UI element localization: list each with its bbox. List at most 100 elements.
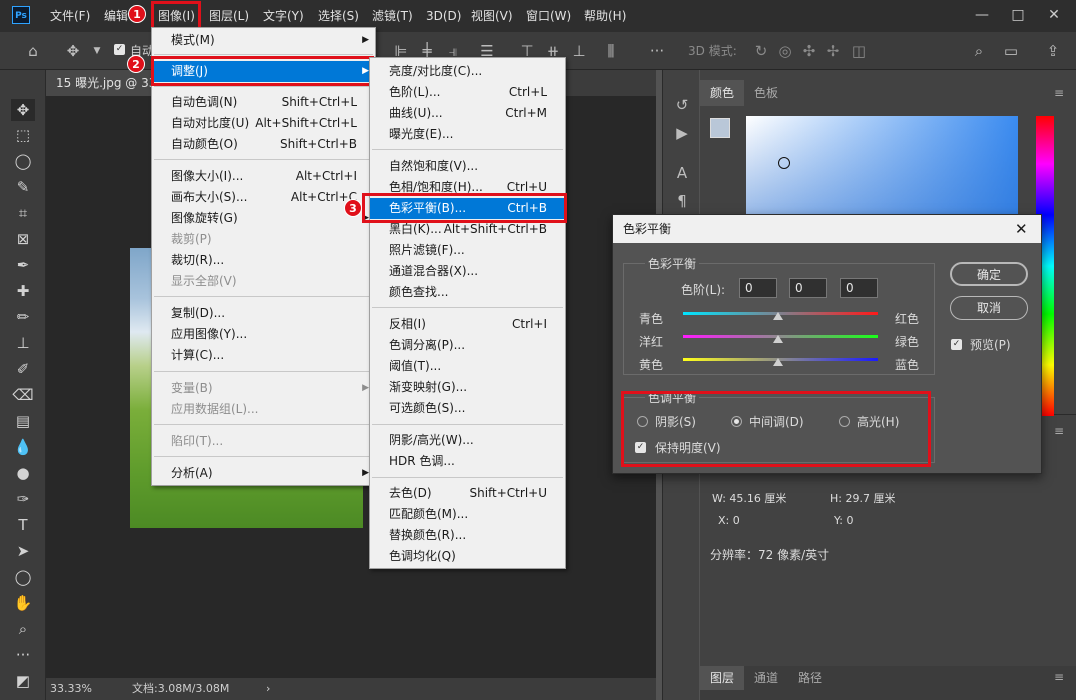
- foreground-color-swatch[interactable]: [710, 118, 730, 138]
- tab-paths[interactable]: 路径: [788, 666, 832, 690]
- tab-layers[interactable]: 图层: [700, 666, 745, 690]
- menu-edit[interactable]: 编辑: [104, 0, 128, 32]
- levels-input-yellow-blue[interactable]: 0: [840, 278, 878, 298]
- more-tools-icon[interactable]: ···: [11, 644, 35, 666]
- panel-menu-icon[interactable]: ≡: [1054, 86, 1064, 100]
- menu-item-auto-color[interactable]: 自动颜色(O) Shift+Ctrl+B: [152, 134, 375, 155]
- menu-item-brightness-contrast[interactable]: 亮度/对比度(C)...: [370, 61, 565, 82]
- menu-item-gradient-map[interactable]: 渐变映射(G)...: [370, 377, 565, 398]
- menu-file[interactable]: 文件(F): [50, 0, 90, 32]
- zoom-tool-icon[interactable]: ⌕: [11, 618, 35, 640]
- menu-item-channel-mixer[interactable]: 通道混合器(X)...: [370, 261, 565, 282]
- hand-tool-icon[interactable]: ✋: [11, 592, 35, 614]
- menu-item-calculations[interactable]: 计算(C)...: [152, 345, 375, 366]
- dialog-close-icon[interactable]: ✕: [1015, 215, 1028, 243]
- menu-item-equalize[interactable]: 色调均化(Q): [370, 546, 565, 567]
- stamp-tool-icon[interactable]: ⊥: [11, 332, 35, 354]
- dodge-tool-icon[interactable]: ●: [11, 462, 35, 484]
- character-icon[interactable]: A: [671, 162, 693, 184]
- menu-item-posterize[interactable]: 色调分离(P)...: [370, 335, 565, 356]
- menu-item-curves[interactable]: 曲线(U)... Ctrl+M: [370, 103, 565, 124]
- cancel-button[interactable]: 取消: [950, 296, 1028, 320]
- menu-3d[interactable]: 3D(D): [426, 0, 461, 32]
- quick-select-tool-icon[interactable]: ✎: [11, 176, 35, 198]
- move-tool-icon[interactable]: ✥: [11, 99, 35, 121]
- layers-menu-icon[interactable]: ≡: [1054, 670, 1064, 684]
- more-options-icon[interactable]: ···: [646, 40, 668, 62]
- menu-item-color-lookup[interactable]: 颜色查找...: [370, 282, 565, 303]
- menu-item-auto-tone[interactable]: 自动色调(N) Shift+Ctrl+L: [152, 92, 375, 113]
- levels-input-magenta-green[interactable]: 0: [789, 278, 827, 298]
- menu-item-analysis[interactable]: 分析(A) ▶: [152, 463, 375, 484]
- slider-thumb[interactable]: [773, 358, 783, 366]
- levels-input-cyan-red[interactable]: 0: [739, 278, 777, 298]
- menu-window[interactable]: 窗口(W): [526, 0, 571, 32]
- menu-help[interactable]: 帮助(H): [584, 0, 626, 32]
- document-tab[interactable]: 15 曝光.jpg @ 33: [46, 70, 164, 96]
- menu-item-exposure[interactable]: 曝光度(E)...: [370, 124, 565, 145]
- history-brush-icon[interactable]: ✐: [11, 358, 35, 380]
- 3d-orbit-icon[interactable]: ↻: [750, 40, 772, 62]
- preview-checkbox[interactable]: ✓: [951, 339, 962, 350]
- close-window-button[interactable]: ✕: [1040, 4, 1068, 26]
- tab-channels[interactable]: 通道: [744, 666, 788, 690]
- paragraph-icon[interactable]: ¶: [671, 190, 693, 212]
- marquee-tool-icon[interactable]: ⬚: [11, 124, 35, 146]
- crop-tool-icon[interactable]: ⌗: [11, 202, 35, 224]
- lasso-tool-icon[interactable]: ◯: [11, 150, 35, 172]
- menu-item-vibrance[interactable]: 自然饱和度(V)...: [370, 156, 565, 177]
- frame-tool-icon[interactable]: ⊠: [11, 228, 35, 250]
- color-swatch-icon[interactable]: ◩: [11, 670, 35, 692]
- menu-item-hdr-toning[interactable]: HDR 色调...: [370, 451, 565, 472]
- pen-tool-icon[interactable]: ✑: [11, 488, 35, 510]
- share-icon[interactable]: ⇪: [1042, 40, 1064, 62]
- menu-item-canvas-size[interactable]: 画布大小(S)... Alt+Ctrl+C: [152, 187, 375, 208]
- status-chevron-icon[interactable]: ›: [266, 678, 270, 700]
- history-icon[interactable]: ↺: [671, 94, 693, 116]
- healing-brush-icon[interactable]: ✚: [11, 280, 35, 302]
- brush-tool-icon[interactable]: ✏: [11, 306, 35, 328]
- properties-menu-icon[interactable]: ≡: [1054, 424, 1064, 438]
- maximize-button[interactable]: □: [1004, 4, 1032, 26]
- menu-item-trim[interactable]: 裁切(R)...: [152, 250, 375, 271]
- actions-icon[interactable]: ▶: [671, 122, 693, 144]
- blur-tool-icon[interactable]: 💧: [11, 436, 35, 458]
- menu-item-replace-color[interactable]: 替换颜色(R)...: [370, 525, 565, 546]
- menu-item-photo-filter[interactable]: 照片滤镜(F)...: [370, 240, 565, 261]
- slider-thumb[interactable]: [773, 335, 783, 343]
- auto-select-checkbox[interactable]: ✓: [114, 44, 125, 55]
- minimize-button[interactable]: —: [968, 4, 996, 26]
- menu-item-invert[interactable]: 反相(I) Ctrl+I: [370, 314, 565, 335]
- distribute-vertical-icon[interactable]: ⫼: [600, 40, 622, 62]
- menu-item-duplicate[interactable]: 复制(D)...: [152, 303, 375, 324]
- menu-filter[interactable]: 滤镜(T): [372, 0, 413, 32]
- 3d-scale-icon[interactable]: ◫: [848, 40, 870, 62]
- align-bottom-icon[interactable]: ⊥: [568, 40, 590, 62]
- slider-thumb[interactable]: [773, 312, 783, 320]
- gradient-tool-icon[interactable]: ▤: [11, 410, 35, 432]
- 3d-roll-icon[interactable]: ◎: [774, 40, 796, 62]
- menu-item-selective-color[interactable]: 可选颜色(S)...: [370, 398, 565, 419]
- tab-swatches[interactable]: 色板: [744, 80, 788, 106]
- path-select-icon[interactable]: ➤: [11, 540, 35, 562]
- preview-label[interactable]: 预览(P): [970, 336, 1011, 353]
- tab-color[interactable]: 颜色: [700, 80, 745, 106]
- chevron-down-icon[interactable]: ▼: [86, 40, 108, 62]
- menu-item-desaturate[interactable]: 去色(D) Shift+Ctrl+U: [370, 483, 565, 504]
- eraser-tool-icon[interactable]: ⌫: [11, 384, 35, 406]
- menu-item-image-size[interactable]: 图像大小(I)... Alt+Ctrl+I: [152, 166, 375, 187]
- ok-button[interactable]: 确定: [950, 262, 1028, 286]
- menu-item-levels[interactable]: 色阶(L)... Ctrl+L: [370, 82, 565, 103]
- 3d-pan-icon[interactable]: ✣: [798, 40, 820, 62]
- move-tool-icon[interactable]: ✥: [62, 40, 84, 62]
- home-icon[interactable]: ⌂: [22, 40, 44, 62]
- menu-item-image-rotation[interactable]: 图像旋转(G) ▶: [152, 208, 375, 229]
- menu-item-threshold[interactable]: 阈值(T)...: [370, 356, 565, 377]
- menu-item-shadows-highlights[interactable]: 阴影/高光(W)...: [370, 430, 565, 451]
- 3d-slide-icon[interactable]: ✢: [822, 40, 844, 62]
- menu-item-apply-image[interactable]: 应用图像(Y)...: [152, 324, 375, 345]
- menu-view[interactable]: 视图(V): [471, 0, 513, 32]
- zoom-level[interactable]: 33.33%: [50, 678, 92, 700]
- eyedropper-tool-icon[interactable]: ✒: [11, 254, 35, 276]
- menu-item-auto-contrast[interactable]: 自动对比度(U) Alt+Shift+Ctrl+L: [152, 113, 375, 134]
